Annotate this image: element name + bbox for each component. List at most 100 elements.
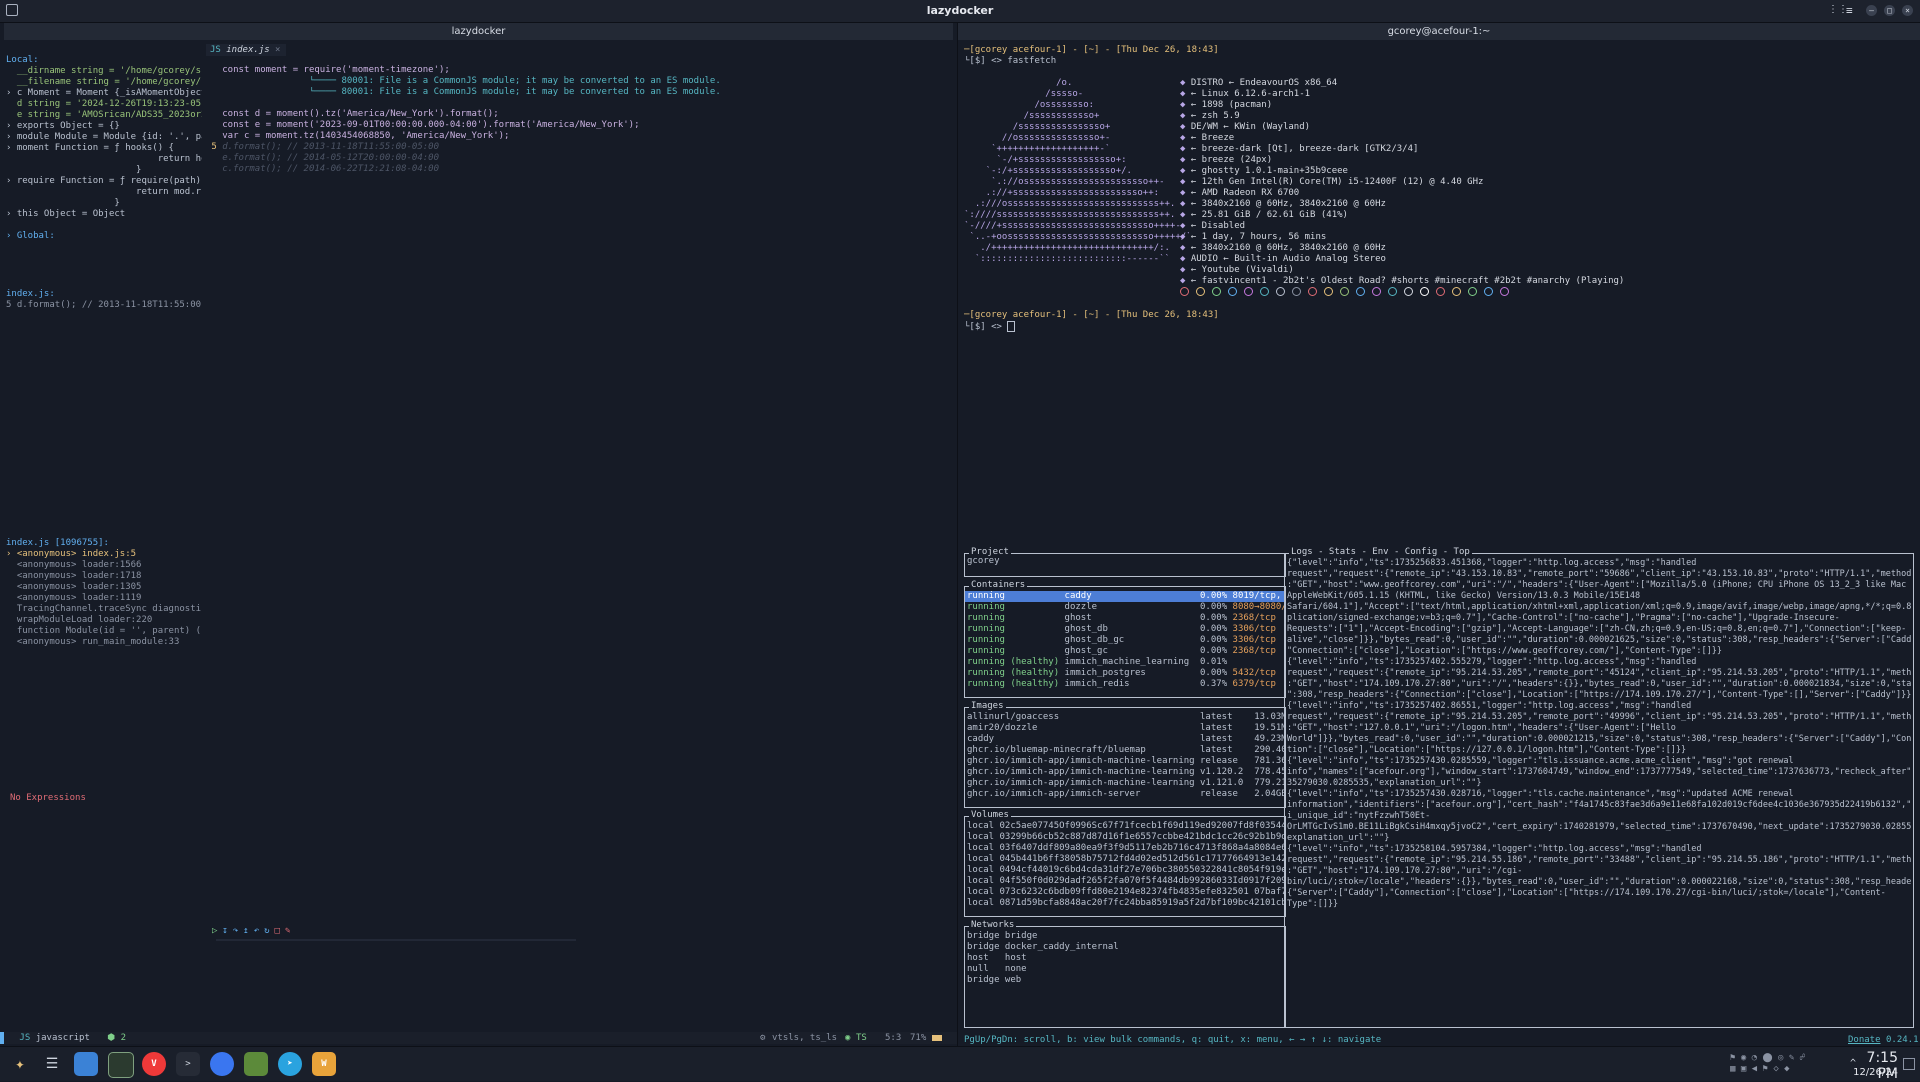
volume-row[interactable]: local 0871d59bcfa8848ac20f7fc24bba85919a…	[965, 898, 1285, 909]
container-row[interactable]: running (healthy) immich_postgres 0.00% …	[965, 668, 1285, 679]
vivaldi-icon[interactable]: V	[142, 1052, 166, 1076]
networks-panel[interactable]: Networks bridge bridge bridge docker_cadd…	[964, 920, 1286, 1028]
variable-row[interactable]: Local:	[6, 55, 202, 66]
image-row[interactable]: amir20/dozzle latest 19.51MB	[965, 723, 1285, 734]
network-row[interactable]: host host	[965, 953, 1285, 964]
command-line-2[interactable]: └[$] <>	[964, 321, 1016, 332]
container-row[interactable]: running ghost_gc 0.00% 2368/tcp	[965, 646, 1285, 657]
image-row[interactable]: ghcr.io/immich-app/immich-machine-learni…	[965, 767, 1285, 778]
overview-icon[interactable]: ☰	[40, 1052, 64, 1076]
code-editor[interactable]: const moment = require('moment-timezone'…	[206, 65, 950, 185]
stack-frame[interactable]: <anonymous> loader:1566	[6, 560, 202, 571]
variables-pane[interactable]: Local: __dirname string = '/home/gcorey/…	[6, 55, 202, 285]
tab-close-icon[interactable]: ×	[275, 45, 280, 55]
container-row[interactable]: running caddy 0.00% 8019/tcp, 443	[965, 591, 1285, 602]
file-manager-icon[interactable]	[108, 1052, 134, 1078]
network-row[interactable]: bridge bridge	[965, 931, 1285, 942]
variable-row[interactable]: __filename string = '/home/gcorey/s	[6, 77, 202, 88]
volume-row[interactable]: local 0494cf44019c6bd4cda31df27e706bc380…	[965, 865, 1285, 876]
watches-pane[interactable]: index.js: 5 d.format(); // 2013-11-18T11…	[6, 289, 202, 319]
volume-row[interactable]: local 03299b66cb52c887d87d16f1e6557ccbbe…	[965, 832, 1285, 843]
minimize-icon[interactable]: –	[1866, 5, 1877, 16]
container-row[interactable]: running ghost_db 0.00% 3306/tcp	[965, 624, 1285, 635]
step-out-icon[interactable]: ↥	[243, 926, 253, 936]
variable-row[interactable]	[6, 220, 202, 231]
image-row[interactable]: ghcr.io/immich-app/immich-machine-learni…	[965, 756, 1285, 767]
stop-icon[interactable]: □	[275, 926, 285, 936]
step-into-icon[interactable]: ↧	[222, 926, 232, 936]
terminal-icon[interactable]: >	[176, 1052, 200, 1076]
variable-row[interactable]: __dirname string = '/home/gcorey/sr	[6, 66, 202, 77]
stack-frame[interactable]: › <anonymous> index.js:5	[6, 549, 202, 560]
variable-row[interactable]: › module Module = Module {id: '.', pa	[6, 132, 202, 143]
image-row[interactable]: caddy latest 49.23MB	[965, 734, 1285, 745]
variable-row[interactable]: }	[6, 198, 202, 209]
variable-row[interactable]: return mod.r	[6, 187, 202, 198]
variable-row[interactable]: › Global:	[6, 231, 202, 242]
stack-frame[interactable]: <anonymous> loader:1119	[6, 593, 202, 604]
image-row[interactable]: ghcr.io/immich-app/immich-machine-learni…	[965, 778, 1285, 789]
files-icon[interactable]	[74, 1052, 98, 1076]
play-icon[interactable]: ▷	[212, 926, 222, 936]
maximize-icon[interactable]: □	[1884, 5, 1895, 16]
network-row[interactable]: bridge web	[965, 975, 1285, 986]
image-row[interactable]: allinurl/goaccess latest 13.03MB	[965, 712, 1285, 723]
stack-frame[interactable]: <anonymous> loader:1305	[6, 582, 202, 593]
telegram-icon[interactable]: ➤	[278, 1052, 302, 1076]
stack-frame[interactable]: function Module(id = '', parent) (.ex	[6, 626, 202, 637]
variable-row[interactable]: e string = 'AMOSrican/ADS35_2023or2	[6, 110, 202, 121]
restart-icon[interactable]: ↻	[264, 926, 274, 936]
grid-icon[interactable]: ⋮⋮	[1828, 5, 1848, 15]
containers-panel[interactable]: Containers running caddy 0.00% 8019/tcp,…	[964, 580, 1286, 698]
info-line: ◆ ← Youtube (Vivaldi)	[1180, 265, 1740, 276]
volume-row[interactable]: local 04f550f0d029dadf265f2fa070f5f4484d…	[965, 876, 1285, 887]
images-panel[interactable]: Images allinurl/goaccess latest 13.03MBa…	[964, 701, 1286, 808]
logs-tabs[interactable]: Logs - Stats - Env - Config - Top	[1289, 547, 1472, 557]
container-row[interactable]: running ghost 0.00% 2368/tcp	[965, 613, 1285, 624]
disconnect-icon[interactable]: ✎	[285, 926, 295, 936]
logs-panel[interactable]: Logs - Stats - Env - Config - Top {"leve…	[1284, 547, 1914, 1028]
minecraft-icon[interactable]	[244, 1052, 268, 1076]
container-row[interactable]: running dozzle 0.00% 8080→8080/tcp	[965, 602, 1285, 613]
stack-frame[interactable]: <anonymous> run_main_module:33	[6, 637, 202, 648]
step-back-icon[interactable]: ↶	[254, 926, 264, 936]
clock-date[interactable]: 12/26/24	[1842, 1067, 1898, 1078]
variable-row[interactable]: › c Moment = Moment {_isAMomentObject	[6, 88, 202, 99]
system-tray[interactable]: ⚑ ◉ ◔ ⬤ ◎ ✎ ☍ ▦ ▣ ◀ ⚑ ◇ ◆	[1730, 1053, 1850, 1077]
variable-row[interactable]: › moment Function = ƒ hooks() {	[6, 143, 202, 154]
stack-frame[interactable]: TracingChannel.traceSync diagnostics_	[6, 604, 202, 615]
image-row[interactable]: ghcr.io/bluemap-minecraft/bluemap latest…	[965, 745, 1285, 756]
variable-row[interactable]: › require Function = ƒ require(path)	[6, 176, 202, 187]
volume-row[interactable]: local 045b441b6ff38058b75712fd4d02ed512d…	[965, 854, 1285, 865]
stack-pane[interactable]: index.js [1096755]: › <anonymous> index.…	[6, 538, 202, 648]
variable-row[interactable]: return ho	[6, 154, 202, 165]
container-row[interactable]: running ghost_db_gc 0.00% 3306/tcp	[965, 635, 1285, 646]
network-row[interactable]: bridge docker_caddy_internal	[965, 942, 1285, 953]
show-desktop-icon[interactable]	[1903, 1058, 1915, 1070]
variable-row[interactable]: › this Object = Object	[6, 209, 202, 220]
stack-frame[interactable]: wrapModuleLoad loader:220	[6, 615, 202, 626]
donate-link[interactable]: Donate	[1848, 1035, 1881, 1046]
stack-frame[interactable]: <anonymous> loader:1718	[6, 571, 202, 582]
volumes-panel[interactable]: Volumes local 02c5ae07745Of0996Sc67f71fc…	[964, 810, 1286, 917]
volume-row[interactable]: local 02c5ae07745Of0996Sc67f71fcecb1f69d…	[965, 821, 1285, 832]
signal-icon[interactable]	[210, 1052, 234, 1076]
step-over-icon[interactable]: ↷	[233, 926, 243, 936]
variable-row[interactable]: › exports Object = {}	[6, 121, 202, 132]
close-icon[interactable]: ×	[1902, 5, 1913, 16]
launcher-icon[interactable]: ✦	[8, 1052, 32, 1076]
network-row[interactable]: null none	[965, 964, 1285, 975]
volume-row[interactable]: local 03f6407ddf809a80ea9f3f9d5117eb2b71…	[965, 843, 1285, 854]
menu-icon[interactable]: ≡	[1846, 4, 1853, 17]
volume-row[interactable]: local 073c6232c6bdb09ffd80e2194e82374fb4…	[965, 887, 1285, 898]
editor-tab[interactable]: JS index.js ×	[206, 44, 286, 56]
variable-row[interactable]: }	[6, 165, 202, 176]
container-row[interactable]: running (healthy) immich_machine_learnin…	[965, 657, 1285, 668]
project-panel[interactable]: Project gcorey	[964, 547, 1286, 577]
image-row[interactable]: ghcr.io/immich-app/immich-server release…	[965, 789, 1285, 800]
container-row[interactable]: running (healthy) immich_redis 0.37% 637…	[965, 679, 1285, 690]
container-status: running	[967, 602, 1065, 612]
repl-bar[interactable]	[216, 939, 576, 941]
app-w-icon[interactable]: W	[312, 1052, 336, 1076]
variable-row[interactable]: d string = '2024-12-26T19:13:23-05:	[6, 99, 202, 110]
